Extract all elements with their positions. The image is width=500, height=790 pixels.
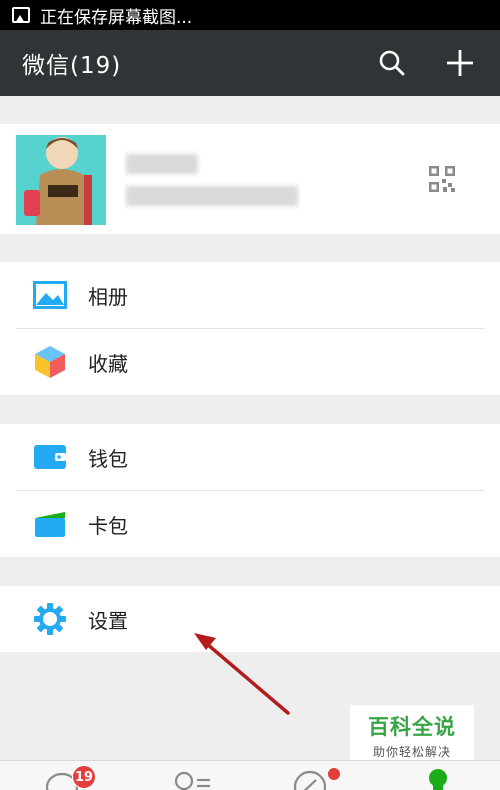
compass-icon xyxy=(293,770,327,790)
favorites-cube-icon xyxy=(35,346,65,378)
watermark-logo: 百科全说 助你轻松解决 xyxy=(350,705,474,763)
image-icon xyxy=(12,7,30,23)
menu-item-cards[interactable]: 卡包 xyxy=(0,491,500,557)
menu-section-2: 钱包 卡包 xyxy=(0,424,500,557)
search-button[interactable] xyxy=(364,35,420,91)
avatar-image xyxy=(16,135,106,225)
search-icon xyxy=(379,50,405,76)
tab-me[interactable] xyxy=(410,761,470,790)
menu-item-label: 收藏 xyxy=(88,351,128,376)
bottom-tab-bar: 19 xyxy=(0,760,500,790)
photo-album-icon xyxy=(33,281,67,309)
avatar[interactable] xyxy=(16,135,106,225)
menu-item-label: 钱包 xyxy=(88,446,128,471)
status-bar-text: 正在保存屏幕截图... xyxy=(40,7,193,28)
tab-discover[interactable] xyxy=(282,761,342,790)
contacts-icon xyxy=(174,771,210,790)
menu-item-label: 相册 xyxy=(88,284,128,309)
wallet-icon xyxy=(34,445,66,469)
add-button[interactable] xyxy=(432,35,488,91)
wechat-id-blur xyxy=(126,186,298,206)
discover-dot xyxy=(328,768,340,780)
menu-item-wallet[interactable]: 钱包 xyxy=(0,424,500,490)
page-title: 微信(19) xyxy=(22,53,122,79)
menu-item-album[interactable]: 相册 xyxy=(0,262,500,328)
tab-contacts[interactable] xyxy=(160,761,220,790)
card-pack-icon xyxy=(35,512,65,537)
tab-chats[interactable]: 19 xyxy=(32,761,96,790)
nickname-blur xyxy=(126,154,198,174)
menu-section-1: 相册 收藏 xyxy=(0,262,500,395)
watermark-subtitle: 助你轻松解决 xyxy=(372,745,451,759)
annotation-arrow xyxy=(194,633,290,715)
unread-badge: 19 xyxy=(72,765,96,789)
menu-item-label: 设置 xyxy=(88,608,128,633)
status-bar: 正在保存屏幕截图... xyxy=(0,0,500,30)
gear-icon xyxy=(34,603,66,635)
plus-icon xyxy=(447,50,473,76)
menu-item-label: 卡包 xyxy=(88,513,128,538)
qr-code-icon[interactable] xyxy=(429,166,455,192)
title-bar: 微信(19) xyxy=(0,30,500,96)
watermark-title: 百科全说 xyxy=(368,715,456,739)
me-icon xyxy=(429,769,447,790)
profile-card[interactable] xyxy=(0,124,500,234)
menu-item-favorites[interactable]: 收藏 xyxy=(0,329,500,395)
